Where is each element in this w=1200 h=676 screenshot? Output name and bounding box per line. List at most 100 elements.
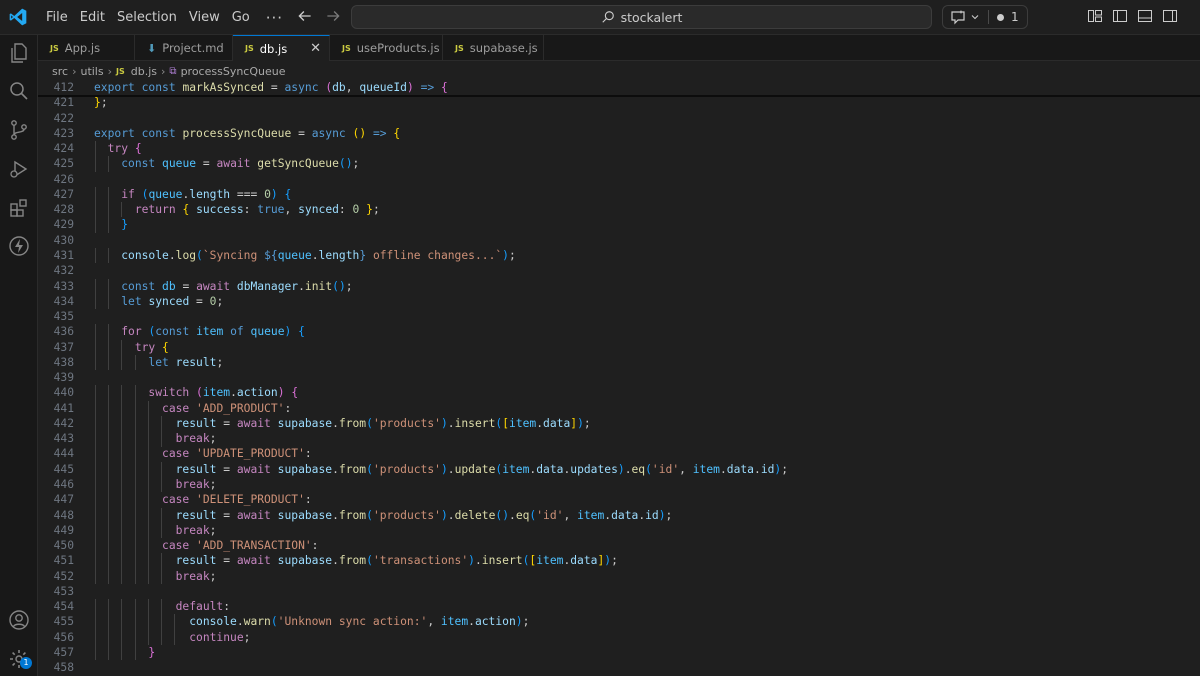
tab-supabase-js[interactable]: JS supabase.js [443,35,544,61]
code-line[interactable]: 430 [38,233,1200,248]
extensions-icon[interactable] [7,196,31,220]
forward-arrow-icon[interactable] [324,7,342,25]
tab-app-js[interactable]: JS App.js [38,35,135,61]
tab-db-js[interactable]: JS db.js ✕ [233,35,330,61]
menu-file[interactable]: File [40,5,74,31]
code-line[interactable]: 429 } [38,217,1200,233]
breadcrumb-item-function[interactable]: processSyncQueue [181,65,286,78]
customize-layout-icon[interactable] [1087,8,1103,24]
code-line[interactable]: 453 [38,584,1200,599]
code-line[interactable]: 432 [38,263,1200,278]
line-number: 452 [53,569,74,583]
command-center-search[interactable]: stockalert [351,5,932,29]
indent-guide [108,599,110,615]
indent-guide [121,599,123,615]
code-line[interactable]: 450 case 'ADD_TRANSACTION': [38,538,1200,554]
code-text: break; [175,432,217,446]
line-number: 422 [53,111,74,125]
line-number: 434 [53,294,74,308]
code-line[interactable]: 456 continue; [38,629,1200,646]
code-line[interactable]: 455 console.warn('Unknown sync action:',… [38,614,1200,630]
code-text: break; [175,523,217,537]
menu-go[interactable]: Go [226,5,256,31]
breadcrumb-item-dbjs[interactable]: db.js [131,65,157,78]
code-line[interactable]: 435 [38,309,1200,324]
menu-edit[interactable]: Edit [74,5,111,31]
code-line[interactable]: 446 break; [38,477,1200,493]
line-number: 458 [53,661,74,675]
code-line[interactable]: 452 break; [38,568,1200,584]
explorer-icon[interactable] [7,41,31,65]
account-icon[interactable] [7,608,31,632]
line-number: 436 [53,325,74,339]
code-line[interactable]: 451 result = await supabase.from('transa… [38,553,1200,569]
breadcrumb: src › utils › JS db.js › ⧉ processSyncQu… [52,62,285,80]
toggle-panel-icon[interactable] [1137,8,1153,24]
indent-guide [161,431,163,447]
breadcrumb-item-src[interactable]: src [52,65,68,78]
code-line[interactable]: 427 if (queue.length === 0) { [38,186,1200,203]
toggle-secondary-sidebar-icon[interactable] [1162,8,1178,24]
line-number: 435 [53,310,74,324]
code-text: try { [134,340,169,354]
menu-selection[interactable]: Selection [111,5,183,31]
code-line[interactable]: 423 export const processSyncQueue = async… [38,126,1200,141]
code-line[interactable]: 444 case 'UPDATE_PRODUCT': [38,446,1200,462]
line-number: 412 [53,81,74,94]
close-icon[interactable]: ✕ [310,41,321,56]
menu-view[interactable]: View [183,5,226,31]
indent-guide [108,324,110,340]
code-line[interactable]: 439 [38,370,1200,385]
indent-guide [121,446,123,462]
code-text: result = await supabase.from('products')… [175,416,591,430]
code-line[interactable]: 442 result = await supabase.from('produc… [38,415,1200,432]
code-line[interactable]: 458 [38,660,1200,675]
code-line[interactable]: 421}; [38,95,1200,110]
indent-guide [147,507,149,523]
code-line[interactable]: 448 result = await supabase.from('produc… [38,507,1200,523]
code-editor[interactable]: 412 export const markAsSynced = async (db… [38,80,1200,676]
code-line[interactable]: 437 try { [38,339,1200,355]
tab-project-md[interactable]: ⬇ Project.md [135,35,233,61]
code-line[interactable]: 438 let result; [38,354,1200,371]
chevron-down-icon[interactable] [970,12,980,22]
source-control-icon[interactable] [7,118,31,142]
code-line[interactable]: 412 export const markAsSynced = async (db… [38,80,1200,95]
vscode-logo-icon[interactable] [8,7,28,27]
code-line[interactable]: 447 case 'DELETE_PRODUCT': [38,492,1200,508]
tab-label: useProducts.js [356,41,440,55]
lightning-icon[interactable] [7,234,31,258]
breadcrumb-item-utils[interactable]: utils [80,65,103,78]
line-number: 433 [53,279,74,293]
code-line[interactable]: 443 break; [38,431,1200,447]
code-line[interactable]: 449 break; [38,522,1200,539]
code-line[interactable]: 433 const db = await dbManager.init(); [38,278,1200,294]
code-line[interactable]: 441 case 'ADD_PRODUCT': [38,400,1200,416]
menu-more-button[interactable]: ··· [266,9,283,27]
tab-useproducts-js[interactable]: JS useProducts.js [330,35,443,61]
code-line[interactable]: 424 try { [38,141,1200,157]
code-line[interactable]: 454 default: [38,599,1200,615]
indent-guide [121,339,123,355]
code-line[interactable]: 457 } [38,644,1200,661]
code-line[interactable]: 422 [38,111,1200,126]
toggle-primary-sidebar-icon[interactable] [1112,8,1128,24]
code-text: export const markAsSynced = async (db, q… [94,81,448,94]
search-icon[interactable] [7,79,31,103]
indent-guide [134,538,136,554]
run-debug-icon[interactable] [7,157,31,181]
copilot-button[interactable]: 1 [942,5,1028,29]
code-line[interactable]: 428 return { success: true, synced: 0 }; [38,202,1200,218]
indent-guide [147,400,149,416]
indent-guide [95,568,96,584]
code-line[interactable]: 431 console.log(`Syncing ${queue.length}… [38,247,1200,264]
code-line[interactable]: 426 [38,172,1200,187]
indent-guide [108,431,110,447]
indent-guide [134,614,136,630]
code-line[interactable]: 440 switch (item.action) { [38,385,1200,401]
code-line[interactable]: 445 result = await supabase.from('produc… [38,461,1200,478]
back-arrow-icon[interactable] [296,7,314,25]
code-line[interactable]: 436 for (const item of queue) { [38,324,1200,340]
code-line[interactable]: 434 let synced = 0; [38,293,1200,310]
code-line[interactable]: 425 const queue = await getSyncQueue(); [38,156,1200,172]
